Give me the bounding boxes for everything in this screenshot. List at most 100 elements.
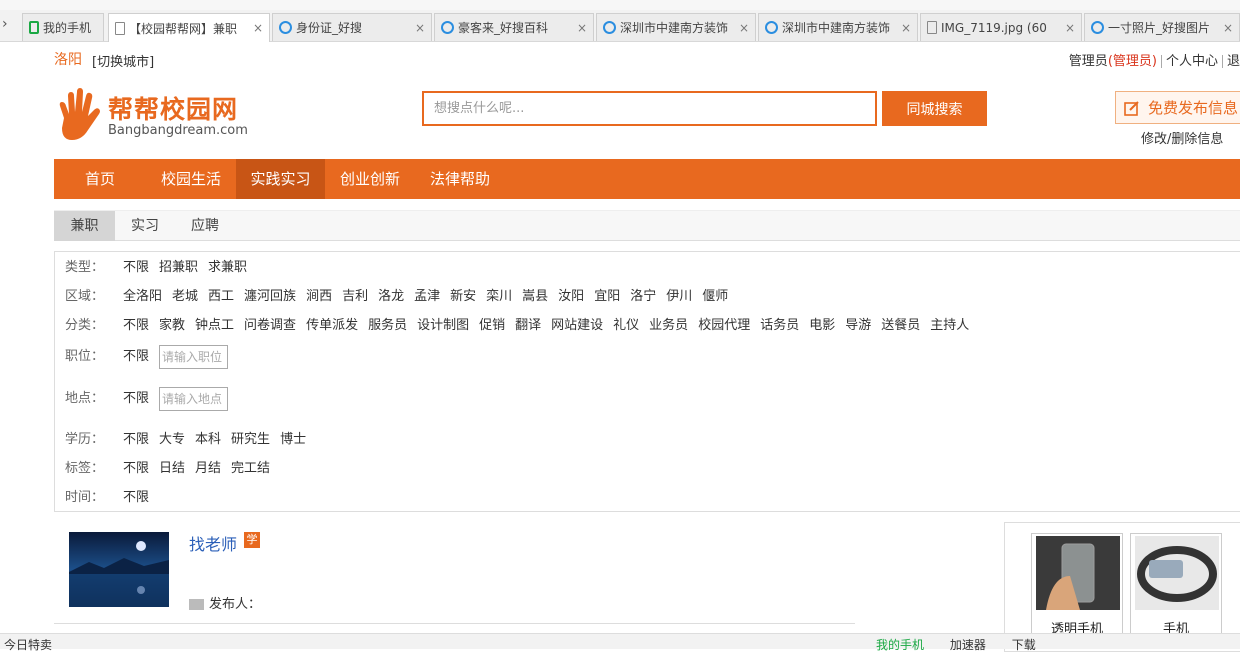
- filter-option[interactable]: 吉利: [342, 289, 368, 304]
- position-input[interactable]: [159, 344, 229, 369]
- filter-option[interactable]: 不限: [123, 461, 149, 476]
- tab-internship[interactable]: 实习: [115, 211, 175, 241]
- filter-option[interactable]: 研究生: [231, 432, 270, 447]
- filter-option[interactable]: 孟津: [414, 289, 440, 304]
- close-icon[interactable]: ×: [1065, 21, 1075, 35]
- filter-label: 类型：: [65, 260, 105, 275]
- close-icon[interactable]: ×: [739, 21, 749, 35]
- filter-option[interactable]: 宜阳: [594, 289, 620, 304]
- city-search-button[interactable]: 同城搜索: [882, 91, 987, 126]
- logout-link[interactable]: 退: [1227, 54, 1240, 69]
- filter-option[interactable]: 家教: [159, 318, 185, 333]
- filter-option[interactable]: 不限: [123, 349, 149, 364]
- publish-label: 免费发布信息: [1148, 99, 1239, 117]
- nav-item-startup[interactable]: 创业创新: [325, 159, 415, 199]
- filter-option[interactable]: 伊川: [666, 289, 692, 304]
- location-input[interactable]: [159, 386, 229, 411]
- my-phone-link[interactable]: 我的手机: [876, 638, 924, 652]
- filter-option[interactable]: 不限: [123, 391, 149, 406]
- tab-part-time[interactable]: 兼职: [54, 211, 115, 241]
- close-icon[interactable]: ×: [253, 21, 263, 35]
- filter-option[interactable]: 老城: [172, 289, 198, 304]
- filter-option[interactable]: 瀍河回族: [244, 289, 296, 304]
- filter-option[interactable]: 月结: [195, 461, 221, 476]
- filter-option[interactable]: 翻译: [515, 318, 541, 333]
- browser-tab-photo[interactable]: 一寸照片_好搜图片 ×: [1084, 13, 1240, 41]
- browser-tab-shenzhen-1[interactable]: 深圳市中建南方装饰 ×: [596, 13, 756, 41]
- close-icon[interactable]: ×: [1223, 21, 1233, 35]
- product-card[interactable]: 透明手机: [1031, 533, 1123, 643]
- filter-option[interactable]: 新安: [450, 289, 476, 304]
- filter-option[interactable]: 偃师: [702, 289, 728, 304]
- tab-label: 豪客来_好搜百科: [458, 21, 549, 35]
- browser-tab-img[interactable]: IMG_7119.jpg (60 ×: [920, 13, 1082, 41]
- divider: [1160, 55, 1162, 68]
- nav-item-campus-life[interactable]: 校园生活: [146, 159, 236, 199]
- filter-option[interactable]: 促销: [479, 318, 505, 333]
- edit-delete-link[interactable]: 修改/删除信息: [1141, 128, 1223, 147]
- product-card[interactable]: 手机: [1130, 533, 1222, 643]
- filter-option[interactable]: 栾川: [486, 289, 512, 304]
- filter-row-time: 时间： 不限: [65, 488, 159, 508]
- close-icon[interactable]: ×: [577, 21, 587, 35]
- filter-option[interactable]: 问卷调查: [244, 318, 296, 333]
- filter-option[interactable]: 设计制图: [417, 318, 469, 333]
- browser-tab-haokelai[interactable]: 豪客来_好搜百科 ×: [434, 13, 594, 41]
- close-icon[interactable]: ×: [415, 21, 425, 35]
- filter-option[interactable]: 全洛阳: [123, 289, 162, 304]
- filter-option[interactable]: 主持人: [930, 318, 969, 333]
- filter-option[interactable]: 不限: [123, 260, 149, 275]
- switch-city-link[interactable]: [切换城市]: [92, 51, 154, 70]
- filter-option[interactable]: 博士: [280, 432, 306, 447]
- filter-option[interactable]: 招兼职: [159, 260, 198, 275]
- close-icon[interactable]: ×: [901, 21, 911, 35]
- browser-tab-shenzhen-2[interactable]: 深圳市中建南方装饰 ×: [758, 13, 918, 41]
- browser-tab-id-card[interactable]: 身份证_好搜 ×: [272, 13, 432, 41]
- filter-option[interactable]: 涧西: [306, 289, 332, 304]
- today-deals-link[interactable]: 今日特卖: [4, 636, 52, 653]
- accelerator-link[interactable]: 加速器: [950, 638, 986, 652]
- filter-option[interactable]: 业务员: [649, 318, 688, 333]
- search-input[interactable]: [422, 91, 877, 126]
- publish-free-button[interactable]: 免费发布信息: [1115, 91, 1240, 124]
- filter-option[interactable]: 礼仪: [613, 318, 639, 333]
- filter-option[interactable]: 传单派发: [306, 318, 358, 333]
- filter-option[interactable]: 不限: [123, 432, 149, 447]
- filter-option[interactable]: 导游: [845, 318, 871, 333]
- nav-item-legal[interactable]: 法律帮助: [415, 159, 505, 199]
- filter-option[interactable]: 钟点工: [195, 318, 234, 333]
- browser-tab-my-phone[interactable]: 我的手机: [22, 13, 104, 41]
- filter-option[interactable]: 求兼职: [208, 260, 247, 275]
- filter-option[interactable]: 送餐员: [881, 318, 920, 333]
- listing-title[interactable]: 找老师: [189, 531, 237, 555]
- filter-option[interactable]: 西工: [208, 289, 234, 304]
- filter-option[interactable]: 校园代理: [698, 318, 750, 333]
- browser-tab-bangbang[interactable]: 【校园帮帮网】兼职 ×: [108, 13, 270, 42]
- nav-item-home[interactable]: 首页: [54, 159, 146, 199]
- filter-option[interactable]: 网站建设: [551, 318, 603, 333]
- nav-item-practice[interactable]: 实践实习: [236, 159, 325, 199]
- filter-option[interactable]: 不限: [123, 490, 149, 505]
- filter-label: 标签：: [65, 461, 105, 476]
- site-logo[interactable]: 帮帮校园网 Bangbangdream.com: [54, 88, 254, 144]
- tab-scroll-arrow-icon[interactable]: ›: [2, 16, 8, 32]
- filter-option[interactable]: 嵩县: [522, 289, 548, 304]
- filter-option[interactable]: 完工结: [231, 461, 270, 476]
- filter-option[interactable]: 服务员: [368, 318, 407, 333]
- filter-option[interactable]: 大专: [159, 432, 185, 447]
- filter-option[interactable]: 话务员: [760, 318, 799, 333]
- filter-option[interactable]: 电影: [809, 318, 835, 333]
- filter-row-type: 类型： 不限 招兼职 求兼职: [65, 258, 257, 278]
- download-link[interactable]: 下载: [1012, 638, 1036, 652]
- filter-option[interactable]: 洛龙: [378, 289, 404, 304]
- personal-center-link[interactable]: 个人中心: [1166, 54, 1218, 69]
- listing-thumbnail[interactable]: [69, 532, 169, 607]
- username[interactable]: 管理员: [1069, 54, 1108, 69]
- tab-apply[interactable]: 应聘: [175, 211, 235, 241]
- filter-option[interactable]: 本科: [195, 432, 221, 447]
- filter-option[interactable]: 汝阳: [558, 289, 584, 304]
- filter-option[interactable]: 日结: [159, 461, 185, 476]
- filter-option[interactable]: 不限: [123, 318, 149, 333]
- filter-option[interactable]: 洛宁: [630, 289, 656, 304]
- search-icon: [441, 21, 454, 34]
